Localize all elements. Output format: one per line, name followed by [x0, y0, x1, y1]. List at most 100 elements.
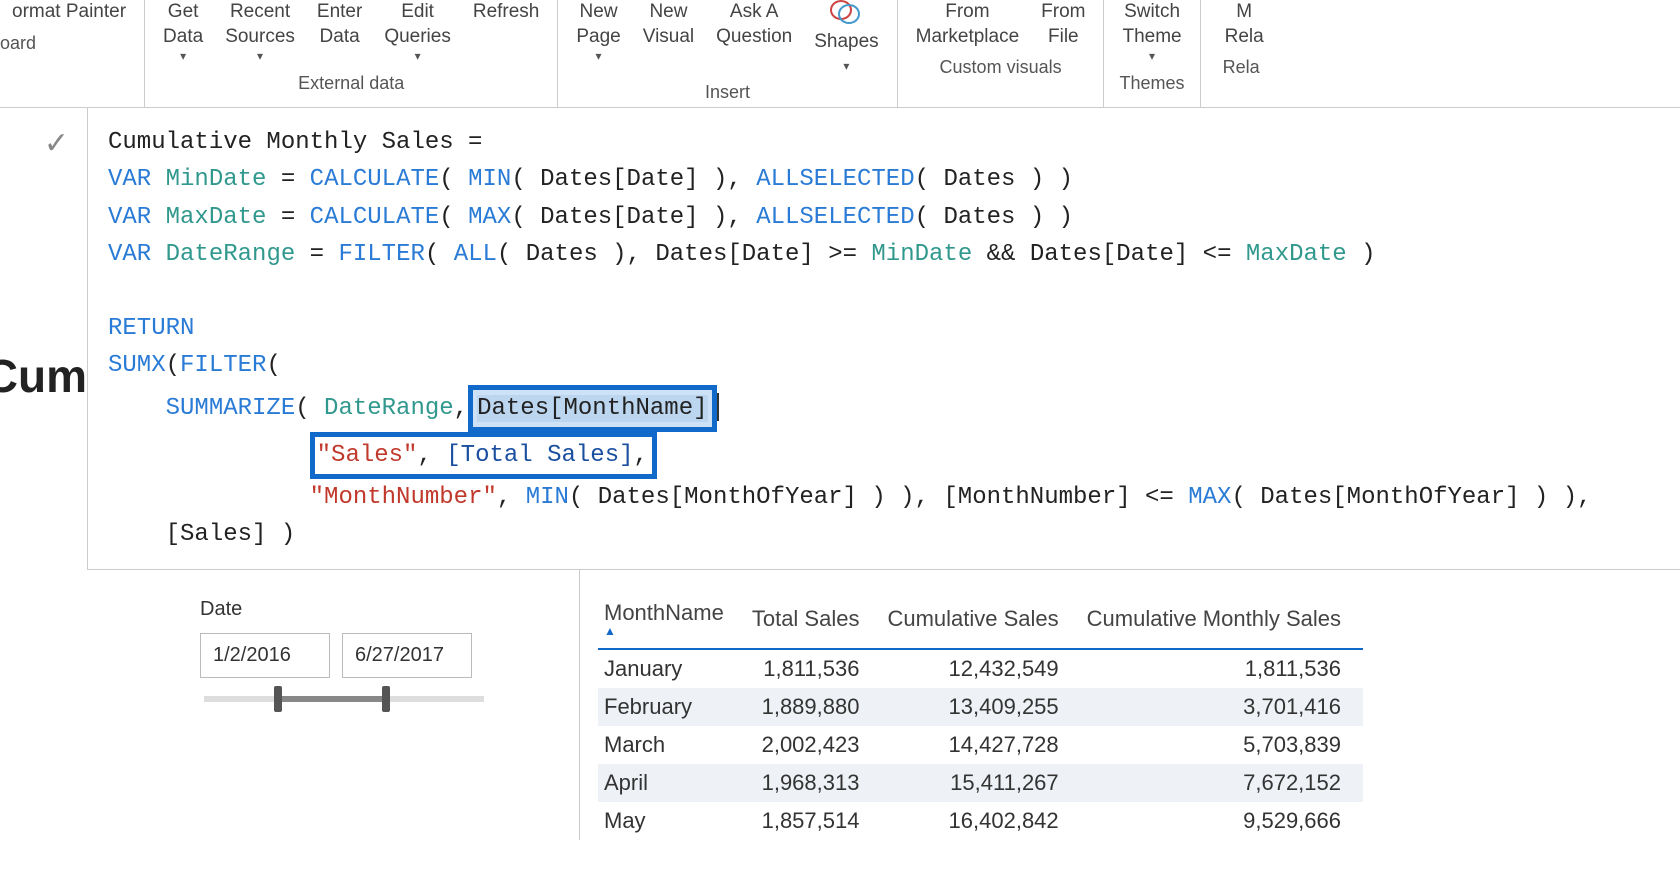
fn-min: MIN [468, 166, 511, 193]
fn-summarize: SUMMARIZE [166, 395, 296, 422]
col-header-cumulative-monthly-sales[interactable]: Cumulative Monthly Sales [1081, 594, 1363, 649]
formula-left-margin: ✓ Cum [0, 108, 88, 570]
tbl-dates: Dates [943, 166, 1015, 193]
format-painter-label: ormat Painter [12, 0, 126, 25]
fn-all: ALL [454, 241, 497, 268]
table-row[interactable]: February1,889,88013,409,2553,701,416 [598, 688, 1363, 726]
visual-title-left: Cum [0, 179, 87, 403]
col-dates-monthname: Dates[MonthName] [477, 395, 707, 422]
formula-bar[interactable]: Cumulative Monthly Sales = VAR MinDate =… [88, 108, 1680, 570]
cell-total: 2,002,423 [746, 726, 882, 764]
cell-month: March [598, 726, 746, 764]
col-dates-date2: Dates[Date] [540, 204, 698, 231]
cell-total: 1,889,880 [746, 688, 882, 726]
commit-checkmark-icon[interactable]: ✓ [44, 108, 87, 179]
tbl-dates2: Dates [943, 204, 1015, 231]
kw-var2: VAR [108, 204, 151, 231]
cell-cum: 16,402,842 [881, 802, 1080, 840]
formula-line-1: Cumulative Monthly Sales = [108, 129, 482, 156]
cell-month: May [598, 802, 746, 840]
table-row[interactable]: May1,857,51416,402,8429,529,666 [598, 802, 1363, 840]
from-marketplace-button[interactable]: From Marketplace [916, 0, 1020, 49]
highlight-sales-totalsales: "Sales", [Total Sales], [310, 432, 657, 479]
cell-cms: 7,672,152 [1081, 764, 1363, 802]
text-cursor [717, 393, 719, 421]
edit-queries-button[interactable]: Edit Queries▾ [384, 0, 451, 65]
fn-filter2: FILTER [180, 352, 266, 379]
new-page-button[interactable]: New Page▾ [576, 0, 620, 65]
new-page-label: New Page [576, 0, 620, 49]
cell-cms: 9,529,666 [1081, 802, 1363, 840]
slicer-handle-end[interactable] [382, 686, 390, 712]
fn-allselected2: ALLSELECTED [756, 204, 914, 231]
fn-min2: MIN [526, 484, 569, 511]
enter-data-label: Enter Data [317, 0, 362, 49]
kw-var: VAR [108, 166, 151, 193]
slicer-end-date[interactable]: 6/27/2017 [342, 633, 472, 678]
ribbon-group-relationships: Rela [1223, 57, 1260, 78]
ribbon-bar: ormat Painter oard Get Data▾ Recent Sour… [0, 0, 1680, 108]
col-sales: [Sales] [166, 521, 267, 548]
col-monthnumber: [MonthNumber] [943, 484, 1130, 511]
cell-total: 1,857,514 [746, 802, 882, 840]
recent-sources-button[interactable]: Recent Sources▾ [225, 0, 295, 65]
edit-queries-label: Edit Queries [384, 0, 451, 49]
enter-data-button[interactable]: Enter Data [317, 0, 362, 49]
results-table[interactable]: MonthName▲ Total Sales Cumulative Sales … [598, 594, 1363, 840]
sort-ascending-icon: ▲ [604, 624, 724, 638]
col-header-cumulative-sales[interactable]: Cumulative Sales [881, 594, 1080, 649]
slicer-start-date[interactable]: 1/2/2016 [200, 633, 330, 678]
cell-cms: 1,811,536 [1081, 649, 1363, 688]
table-row[interactable]: January1,811,53612,432,5491,811,536 [598, 649, 1363, 688]
new-visual-button[interactable]: New Visual [643, 0, 694, 49]
fn-calculate: CALCULATE [310, 166, 440, 193]
switch-theme-button[interactable]: Switch Theme▾ [1122, 0, 1181, 65]
refresh-button[interactable]: Refresh [473, 0, 540, 25]
ribbon-group-external-data: External data [298, 73, 404, 94]
str-monthnumber: "MonthNumber" [310, 484, 497, 511]
ref-mindate: MinDate [871, 241, 972, 268]
fn-max2: MAX [1188, 484, 1231, 511]
slicer-handle-start[interactable] [274, 686, 282, 712]
ribbon-group-themes: Themes [1120, 73, 1185, 94]
ask-a-question-button[interactable]: Ask A Question [716, 0, 792, 49]
shapes-icon [830, 0, 862, 26]
ribbon-group-clipboard: oard [0, 33, 36, 54]
var-maxdate: MaxDate [166, 204, 267, 231]
get-data-button[interactable]: Get Data▾ [163, 0, 203, 65]
var-daterange: DateRange [166, 241, 296, 268]
cell-cms: 3,701,416 [1081, 688, 1363, 726]
col-header-monthname[interactable]: MonthName▲ [598, 594, 746, 649]
from-file-button[interactable]: From File [1041, 0, 1085, 49]
ref-maxdate: MaxDate [1246, 241, 1347, 268]
cell-month: February [598, 688, 746, 726]
manage-relationships-label: M Rela [1225, 0, 1264, 49]
recent-sources-label: Recent Sources [225, 0, 295, 49]
cell-month: January [598, 649, 746, 688]
date-slicer[interactable]: Date 1/2/2016 6/27/2017 [0, 570, 580, 840]
fn-calculate2: CALCULATE [310, 204, 440, 231]
slicer-caption: Date [200, 598, 579, 621]
kw-var3: VAR [108, 241, 151, 268]
var-mindate: MinDate [166, 166, 267, 193]
cell-cum: 13,409,255 [881, 688, 1080, 726]
cell-cum: 14,427,728 [881, 726, 1080, 764]
get-data-label: Get Data [163, 0, 203, 49]
col-dates-date: Dates[Date] [540, 166, 698, 193]
switch-theme-label: Switch Theme [1122, 0, 1181, 49]
manage-relationships-button[interactable]: M Rela [1219, 0, 1264, 49]
cell-month: April [598, 764, 746, 802]
shapes-button[interactable]: Shapes▾ [814, 0, 878, 74]
slicer-slider[interactable] [204, 696, 484, 702]
table-row[interactable]: March2,002,42314,427,7285,703,839 [598, 726, 1363, 764]
slicer-slider-fill [274, 696, 384, 702]
tbl-dates3: Dates [526, 241, 598, 268]
str-sales: "Sales" [317, 442, 418, 469]
kw-return: RETURN [108, 315, 194, 342]
table-row[interactable]: April1,968,31315,411,2677,672,152 [598, 764, 1363, 802]
col-header-total-sales[interactable]: Total Sales [746, 594, 882, 649]
col-dates-monthofyear2: Dates[MonthOfYear] [1260, 484, 1519, 511]
cell-cum: 15,411,267 [881, 764, 1080, 802]
col-dates-date3: Dates[Date] [655, 241, 813, 268]
format-painter-button[interactable]: ormat Painter [6, 0, 126, 25]
